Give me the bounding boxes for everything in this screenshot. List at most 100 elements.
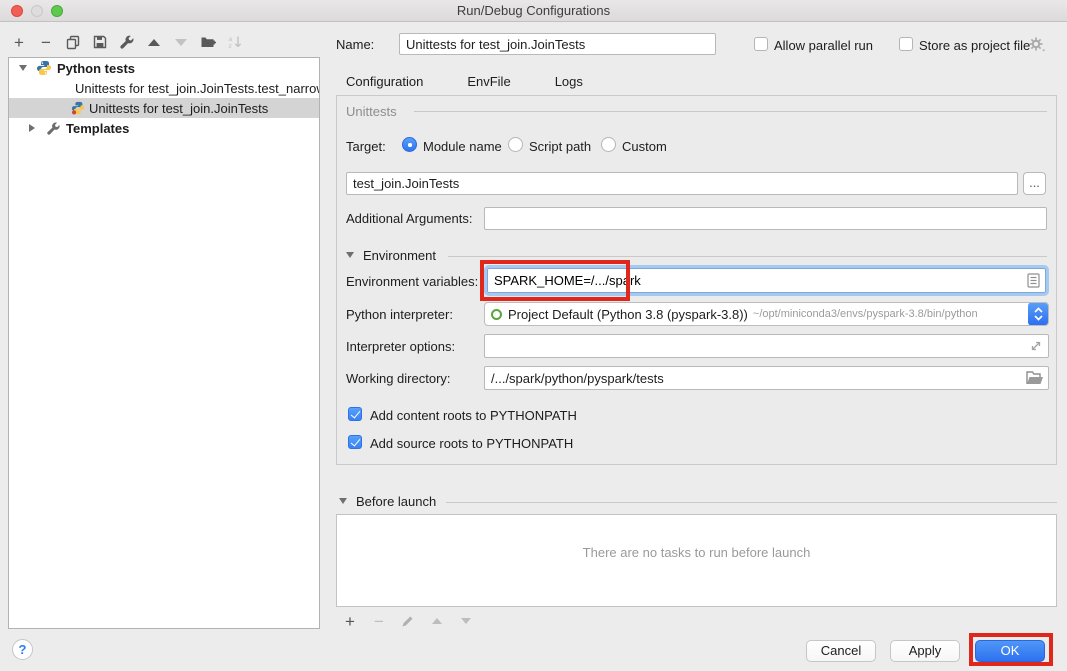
allow-parallel-run-label: Allow parallel run [774, 38, 873, 53]
target-script-path-label: Script path [529, 139, 591, 154]
plus-icon: + [14, 34, 24, 51]
remove-configuration-button[interactable]: − [37, 33, 55, 51]
conda-interpreter-icon [491, 309, 502, 320]
before-launch-divider [446, 502, 1057, 503]
dropdown-stepper[interactable] [1028, 302, 1049, 326]
target-script-path-radio[interactable] [508, 137, 523, 152]
python-test-icon [71, 101, 85, 115]
sort-configurations-button[interactable]: az [226, 33, 244, 51]
up-triangle-icon [148, 39, 160, 46]
interpreter-options-label: Interpreter options: [346, 339, 455, 354]
tree-item-label: Unittests for test_join.JoinTests.test_n… [75, 81, 319, 96]
target-module-name-label: Module name [423, 139, 502, 154]
svg-text:a: a [229, 36, 233, 43]
target-custom-radio[interactable] [601, 137, 616, 152]
move-task-up-button[interactable] [428, 612, 446, 630]
additional-arguments-label: Additional Arguments: [346, 211, 472, 226]
open-folder-icon[interactable] [1026, 371, 1044, 385]
environment-variables-field [484, 265, 1049, 296]
up-triangle-icon [432, 618, 442, 624]
before-launch-title: Before launch [356, 494, 436, 509]
tree-item-unittests-jointests-selected[interactable]: Unittests for test_join.JoinTests [9, 98, 319, 118]
add-content-roots-checkbox[interactable] [348, 407, 362, 421]
python-interpreter-value: Project Default (Python 3.8 (pyspark-3.8… [508, 307, 748, 322]
before-launch-collapse-icon[interactable] [339, 498, 347, 504]
target-label: Target: [346, 139, 386, 154]
wrench-icon [46, 121, 61, 136]
save-icon [92, 34, 108, 50]
down-triangle-icon [461, 618, 471, 624]
unittests-group-title: Unittests [346, 104, 397, 119]
target-custom-label: Custom [622, 139, 667, 154]
folder-plus-icon [200, 34, 217, 50]
target-module-name-radio[interactable] [402, 137, 417, 152]
environment-variables-label: Environment variables: [346, 274, 478, 289]
before-launch-tasks-box: There are no tasks to run before launch [336, 514, 1057, 607]
name-label: Name: [336, 37, 374, 52]
add-task-button[interactable]: + [341, 612, 359, 630]
minus-icon: − [374, 613, 384, 630]
tree-item-python-tests[interactable]: Python tests [9, 58, 319, 78]
group-divider [414, 111, 1047, 112]
window-title: Run/Debug Configurations [0, 3, 1067, 18]
browse-target-button[interactable]: ... [1023, 172, 1046, 195]
move-task-down-button[interactable] [457, 612, 475, 630]
tree-item-label: Unittests for test_join.JoinTests [89, 101, 268, 116]
working-directory-label: Working directory: [346, 371, 451, 386]
python-interpreter-path: ~/opt/miniconda3/envs/pyspark-3.8/bin/py… [753, 308, 978, 320]
move-up-button[interactable] [145, 33, 163, 51]
add-source-roots-label: Add source roots to PYTHONPATH [370, 436, 573, 451]
tree-item-templates[interactable]: Templates [9, 118, 319, 138]
tree-item-label: Templates [66, 121, 129, 136]
additional-arguments-input[interactable] [484, 207, 1047, 230]
new-folder-button[interactable] [199, 33, 217, 51]
svg-text:z: z [229, 43, 232, 50]
allow-parallel-run-checkbox[interactable] [754, 37, 768, 51]
add-configuration-button[interactable]: + [10, 33, 28, 51]
configurations-tree: Python tests Unittests for test_join.Joi… [8, 57, 320, 629]
python-interpreter-dropdown[interactable]: Project Default (Python 3.8 (pyspark-3.8… [484, 302, 1049, 326]
expand-field-icon[interactable] [1028, 338, 1044, 354]
tree-item-unittests-test-narrow[interactable]: Unittests for test_join.JoinTests.test_n… [9, 78, 319, 98]
save-configuration-button[interactable] [91, 33, 109, 51]
titlebar: Run/Debug Configurations [0, 0, 1067, 22]
edit-task-button[interactable] [399, 612, 417, 630]
environment-variables-input[interactable] [487, 268, 1046, 293]
pencil-icon [401, 614, 415, 628]
copy-configuration-button[interactable] [64, 33, 82, 51]
store-as-project-file-checkbox[interactable] [899, 37, 913, 51]
help-button[interactable]: ? [12, 639, 33, 660]
minus-icon: − [41, 34, 51, 51]
plus-icon: + [345, 613, 355, 630]
add-source-roots-checkbox[interactable] [348, 435, 362, 449]
python-interpreter-label: Python interpreter: [346, 307, 453, 322]
working-directory-input[interactable] [484, 366, 1049, 390]
environment-divider [448, 256, 1047, 257]
edit-variables-icon[interactable] [1027, 273, 1040, 288]
edit-templates-button[interactable] [118, 33, 136, 51]
gear-icon[interactable] [1028, 36, 1046, 53]
down-triangle-icon [175, 39, 187, 46]
store-as-project-file-label: Store as project file [919, 38, 1030, 53]
interpreter-options-input[interactable] [484, 334, 1049, 358]
add-content-roots-label: Add content roots to PYTHONPATH [370, 408, 577, 423]
sort-az-icon: az [227, 34, 243, 50]
tree-item-label: Python tests [57, 61, 135, 76]
ok-button[interactable]: OK [975, 640, 1045, 662]
collapse-node-icon[interactable] [19, 65, 27, 71]
move-down-button[interactable] [172, 33, 190, 51]
up-down-chevrons-icon [1033, 306, 1044, 322]
wrench-icon [119, 34, 135, 50]
apply-button[interactable]: Apply [890, 640, 960, 662]
target-input[interactable] [346, 172, 1018, 195]
copy-icon [65, 34, 81, 50]
remove-task-button[interactable]: − [370, 612, 388, 630]
environment-collapse-icon[interactable] [346, 252, 354, 258]
cancel-button[interactable]: Cancel [806, 640, 876, 662]
expand-node-icon[interactable] [29, 124, 35, 132]
environment-section-title: Environment [363, 248, 436, 263]
before-launch-toolbar: + − [341, 612, 475, 630]
name-input[interactable] [399, 33, 716, 55]
python-icon [36, 60, 52, 76]
configurations-toolbar: + − az [10, 31, 244, 53]
